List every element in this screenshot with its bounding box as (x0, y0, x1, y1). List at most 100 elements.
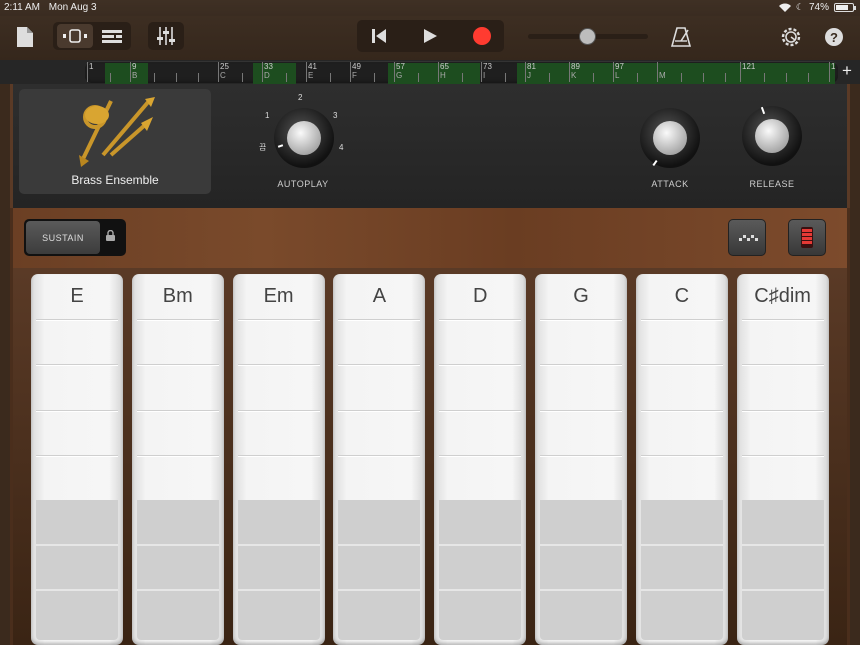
chord-bass-zone[interactable] (36, 500, 118, 640)
chord-note-segment[interactable] (640, 319, 723, 321)
instrument-selector[interactable]: Brass Ensemble (19, 89, 211, 194)
chord-note-segment[interactable] (237, 455, 320, 457)
chord-note-segment[interactable] (640, 410, 723, 412)
chords-view-button[interactable] (788, 219, 826, 256)
chord-note-segment[interactable] (237, 364, 320, 366)
chord-note-segment[interactable] (136, 410, 219, 412)
ruler-section-letter: G (396, 71, 403, 80)
chord-label: G (573, 285, 589, 307)
chord-note-segment[interactable] (640, 364, 723, 366)
ruler-bar-number: 1 (89, 62, 94, 71)
chord-note-segment[interactable] (136, 364, 219, 366)
chord-note-segment[interactable] (338, 364, 421, 366)
ruler-region[interactable] (517, 63, 835, 85)
release-indicator (760, 106, 766, 115)
chord-note-segment[interactable] (439, 319, 522, 321)
chord-bass-zone[interactable] (136, 500, 219, 640)
chord-note-segment[interactable] (237, 410, 320, 412)
attack-knob-cap[interactable] (653, 121, 687, 155)
list-view-icon[interactable] (96, 24, 128, 48)
tracks-view-icon[interactable] (57, 24, 93, 48)
ruler-tick (569, 62, 570, 82)
add-section-button[interactable]: + (842, 61, 852, 81)
chord-note-segment[interactable] (136, 455, 219, 457)
autoplay-pos-4[interactable]: 4 (339, 143, 343, 152)
ruler-minor-tick (242, 73, 243, 82)
bass-segment-divider (439, 544, 522, 546)
chord-strip[interactable]: D (434, 274, 527, 645)
chord-note-segment[interactable] (36, 319, 118, 321)
chord-note-segment[interactable] (741, 410, 824, 412)
chord-strip[interactable]: G (535, 274, 627, 645)
release-knob-cap[interactable] (755, 119, 789, 153)
chord-bass-zone[interactable] (439, 500, 522, 640)
control-bar (10, 208, 850, 268)
bass-segment-divider (136, 544, 219, 546)
ruler-bar-number: 89 (571, 62, 580, 71)
chord-strip[interactable]: Bm (131, 274, 224, 645)
chord-note-segment[interactable] (338, 410, 421, 412)
volume-slider-thumb[interactable] (579, 28, 596, 45)
chord-bass-zone[interactable] (741, 500, 824, 640)
chord-note-segment[interactable] (540, 364, 622, 366)
autoplay-pos-3[interactable]: 3 (333, 111, 337, 120)
sustain-button[interactable]: SUSTAIN (26, 221, 100, 254)
chord-bass-zone[interactable] (540, 500, 622, 640)
chord-note-segment[interactable] (439, 410, 522, 412)
bass-segment-divider (741, 589, 824, 591)
ruler-region[interactable] (253, 63, 296, 85)
play-icon[interactable] (410, 22, 450, 50)
ruler-minor-tick (176, 73, 177, 82)
chord-strip[interactable]: E (31, 274, 123, 645)
ruler-region[interactable] (105, 63, 148, 85)
chord-strip[interactable]: Em (232, 274, 325, 645)
chord-strip[interactable]: C♯dim (736, 274, 829, 645)
chord-bass-zone[interactable] (237, 500, 320, 640)
chord-note-segment[interactable] (439, 455, 522, 457)
autoplay-off-label[interactable]: 끔 (259, 142, 266, 153)
chord-note-segment[interactable] (237, 319, 320, 321)
help-icon[interactable]: ? (822, 25, 846, 49)
document-icon[interactable] (14, 24, 36, 50)
chord-note-segment[interactable] (741, 455, 824, 457)
mixer-icon[interactable] (148, 22, 184, 50)
chord-bass-zone[interactable] (338, 500, 421, 640)
bass-segment-divider (36, 589, 118, 591)
chord-note-segment[interactable] (640, 455, 723, 457)
chord-note-segment[interactable] (36, 455, 118, 457)
chord-note-segment[interactable] (741, 364, 824, 366)
ruler-tick (350, 62, 351, 82)
autoplay-label: AUTOPLAY (277, 179, 329, 189)
ruler-minor-tick (764, 73, 765, 82)
lock-icon[interactable] (106, 229, 115, 244)
chord-note-segment[interactable] (741, 319, 824, 321)
chord-bass-zone[interactable] (640, 500, 723, 640)
metronome-icon[interactable] (668, 24, 694, 50)
chord-strip[interactable]: C (635, 274, 728, 645)
attack-knob[interactable] (640, 108, 700, 168)
chord-note-segment[interactable] (540, 319, 622, 321)
chord-strip[interactable]: A (333, 274, 426, 645)
chord-note-segment[interactable] (338, 319, 421, 321)
ruler-section-letter: K (571, 71, 577, 80)
ruler-bar-number: 25 (220, 62, 229, 71)
autoplay-pos-1[interactable]: 1 (265, 111, 269, 120)
chord-note-segment[interactable] (36, 364, 118, 366)
chord-note-segment[interactable] (36, 410, 118, 412)
autoplay-knob-cap[interactable] (287, 121, 321, 155)
settings-gear-icon[interactable] (778, 24, 804, 50)
release-knob[interactable] (742, 106, 802, 166)
go-to-start-icon[interactable] (359, 22, 399, 50)
autoplay-pos-2[interactable]: 2 (298, 93, 302, 102)
autoplay-knob[interactable] (274, 108, 334, 168)
notes-view-button[interactable] (728, 219, 766, 256)
chord-note-segment[interactable] (540, 455, 622, 457)
chord-note-segment[interactable] (540, 410, 622, 412)
timeline-ruler[interactable]: 1 9 B 25 C 33 D 41 E 49 F 57 G 65 H 73 I 81 J 89 K 97 L M 121 1 + (0, 60, 860, 85)
chord-note-segment[interactable] (136, 319, 219, 321)
record-icon[interactable] (462, 22, 502, 50)
chord-note-segment[interactable] (338, 455, 421, 457)
ruler-bar-number: 97 (615, 62, 624, 71)
chord-note-segment[interactable] (439, 364, 522, 366)
master-volume-slider[interactable] (528, 28, 648, 45)
